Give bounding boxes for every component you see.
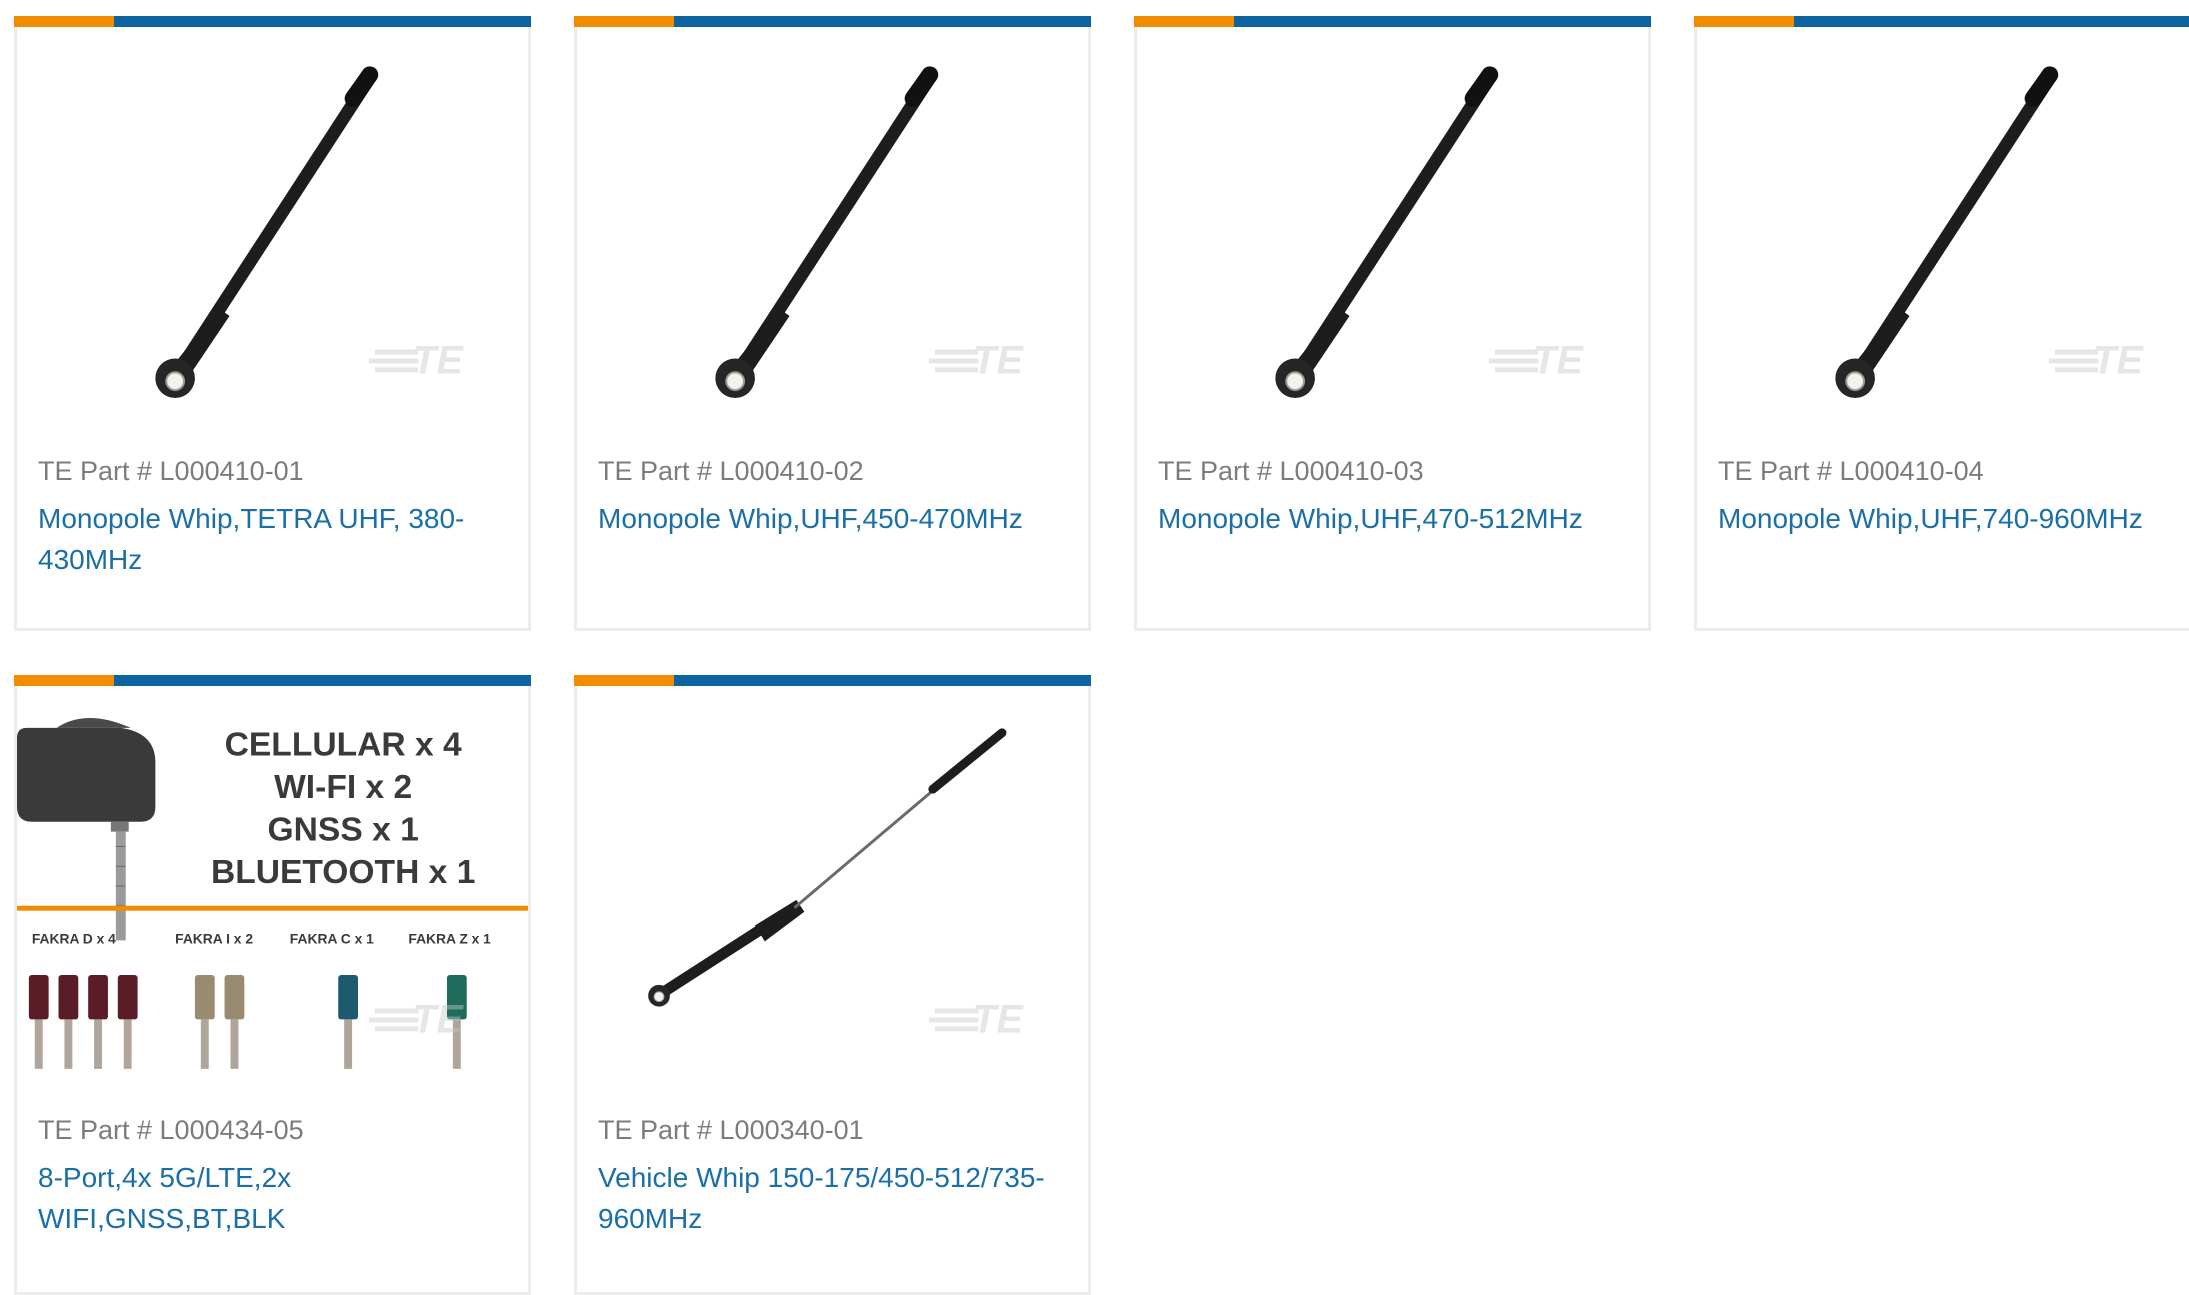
product-card[interactable]: TE TE Part # L000340-01 Vehicle Whip 150…	[574, 675, 1091, 1295]
svg-text:TE: TE	[2092, 338, 2144, 382]
connector-label: FAKRA D x 4	[32, 930, 116, 946]
product-title-link[interactable]: Monopole Whip,UHF,450-470MHz	[598, 498, 1074, 539]
product-title-link[interactable]: Monopole Whip,UHF,740-960MHz	[1718, 498, 2189, 539]
svg-text:TE: TE	[1532, 338, 1584, 382]
card-accent-bar	[14, 16, 531, 27]
part-number: TE Part # L000410-04	[1718, 456, 1984, 486]
svg-text:TE: TE	[972, 338, 1024, 382]
product-image[interactable]: CELLULAR x 4 WI-FI x 2 GNSS x 1 BLUETOOT…	[17, 686, 528, 1086]
product-image[interactable]: TE	[577, 27, 1088, 427]
monopole-whip-antenna-icon: TE	[155, 66, 464, 398]
product-title-link[interactable]: 8-Port,4x 5G/LTE,2x WIFI,GNSS,BT,BLK	[38, 1157, 514, 1239]
card-accent-bar	[1694, 16, 2189, 27]
connector-label: FAKRA Z x 1	[408, 930, 491, 946]
monopole-whip-antenna-icon: TE	[715, 66, 1024, 398]
svg-text:TE: TE	[412, 338, 464, 382]
product-image[interactable]: TE	[1137, 27, 1648, 427]
svg-text:TE: TE	[972, 997, 1024, 1041]
product-image[interactable]: TE	[577, 686, 1088, 1086]
feature-line: GNSS x 1	[268, 812, 419, 849]
product-title-link[interactable]: Monopole Whip,UHF,470-512MHz	[1158, 498, 1634, 539]
feature-line: WI-FI x 2	[274, 769, 412, 806]
product-card[interactable]: TE TE Part # L000410-04 Monopole Whip,UH…	[1694, 16, 2189, 631]
part-number: TE Part # L000340-01	[598, 1115, 864, 1145]
monopole-whip-antenna-icon: TE	[1835, 66, 2144, 398]
product-card[interactable]: CELLULAR x 4 WI-FI x 2 GNSS x 1 BLUETOOT…	[14, 675, 531, 1295]
product-card[interactable]: TE TE Part # L000410-02 Monopole Whip,UH…	[574, 16, 1091, 631]
part-number: TE Part # L000410-02	[598, 456, 864, 486]
svg-text:TE: TE	[412, 997, 464, 1041]
part-number: TE Part # L000410-03	[1158, 456, 1424, 486]
monopole-whip-antenna-icon: TE	[1275, 66, 1584, 398]
vehicle-whip-antenna-icon: TE	[648, 728, 1024, 1041]
product-card[interactable]: TE TE Part # L000410-03 Monopole Whip,UH…	[1134, 16, 1651, 631]
product-title-link[interactable]: Vehicle Whip 150-175/450-512/735-960MHz	[598, 1157, 1074, 1239]
card-accent-bar	[1134, 16, 1651, 27]
product-card[interactable]: TE TE Part # L000410-01 Monopole Whip,TE…	[14, 16, 531, 631]
part-number: TE Part # L000434-05	[38, 1115, 304, 1145]
multiport-antenna-icon: CELLULAR x 4 WI-FI x 2 GNSS x 1 BLUETOOT…	[17, 717, 528, 1069]
card-accent-bar	[14, 675, 531, 686]
product-title-link[interactable]: Monopole Whip,TETRA UHF, 380-430MHz	[38, 498, 514, 580]
connector-label: FAKRA I x 2	[175, 930, 253, 946]
part-number: TE Part # L000410-01	[38, 456, 304, 486]
feature-line: CELLULAR x 4	[225, 727, 462, 764]
feature-line: BLUETOOTH x 1	[211, 854, 475, 891]
connector-label: FAKRA C x 1	[290, 930, 374, 946]
product-image[interactable]: TE	[17, 27, 528, 427]
card-accent-bar	[574, 675, 1091, 686]
product-image[interactable]: TE	[1697, 27, 2189, 427]
card-accent-bar	[574, 16, 1091, 27]
